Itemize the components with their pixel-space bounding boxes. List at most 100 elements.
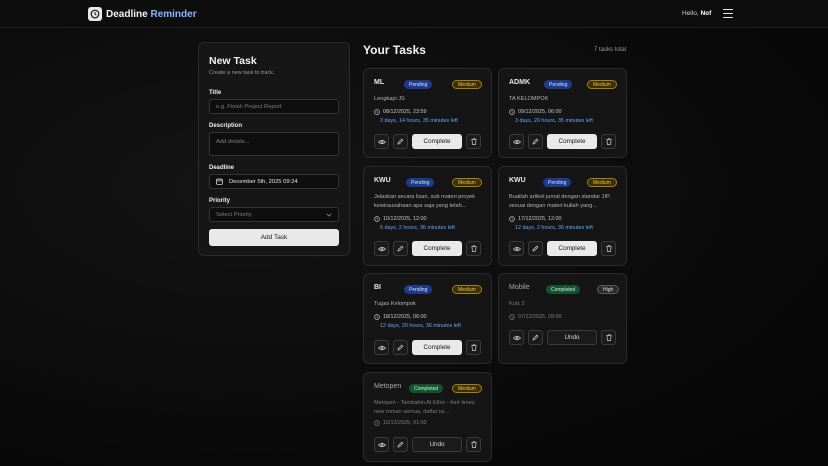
clock-icon [509, 109, 515, 115]
title-input[interactable]: e.g. Finish Project Report [209, 99, 339, 114]
task-date: 09/12/2025, 06:00 [518, 109, 562, 115]
eye-icon [512, 139, 521, 145]
description-textarea[interactable]: Add details... [209, 132, 339, 156]
pencil-icon [532, 334, 539, 341]
description-placeholder: Add details... [216, 139, 250, 145]
priority-select[interactable]: Select Priority [209, 207, 339, 222]
edit-button[interactable] [528, 134, 543, 149]
clock-logo-icon [88, 7, 102, 21]
view-button[interactable] [374, 340, 389, 355]
status-badge: Completed [546, 285, 581, 294]
view-button[interactable] [509, 330, 524, 345]
task-name: ML [374, 79, 385, 86]
time-left: 12 days, 2 hours, 36 minutes left [515, 225, 593, 231]
deadline-label: Deadline [209, 165, 235, 171]
trash-icon [605, 245, 612, 252]
task-card: Mobile Completed High Kuis 2 07/12/2025,… [498, 273, 627, 364]
calendar-icon [216, 178, 223, 185]
edit-button[interactable] [393, 340, 408, 355]
trash-icon [605, 138, 612, 145]
priority-value: Select Priority [216, 211, 252, 218]
edit-button[interactable] [393, 437, 408, 452]
trash-icon [470, 138, 477, 145]
clock-icon [374, 216, 380, 222]
eye-icon [377, 442, 386, 448]
task-actions: Complete [509, 134, 616, 149]
task-description: Lengkapi JS [374, 96, 405, 102]
complete-button[interactable]: Complete [412, 134, 462, 149]
task-description: Tugas Kelompok [374, 301, 416, 307]
task-name: ADMK [509, 79, 530, 86]
task-name: KWU [374, 177, 391, 184]
task-card: KWU Pending Medium Jelaskan secara lisan… [363, 166, 492, 266]
task-actions: Complete [374, 340, 481, 355]
pencil-icon [397, 245, 404, 252]
time-left: 3 days, 20 hours, 35 minutes left [515, 118, 593, 124]
time-left: 12 days, 20 hours, 36 minutes left [380, 323, 461, 329]
brand[interactable]: Deadline Reminder [88, 7, 197, 21]
clock-icon [509, 314, 515, 320]
view-button[interactable] [374, 241, 389, 256]
priority-badge: Medium [587, 178, 617, 187]
priority-badge: Medium [452, 178, 482, 187]
task-deadline: 18/12/2025, 06:00 [374, 314, 426, 320]
eye-icon [377, 139, 386, 145]
undo-button[interactable]: Undo [412, 437, 462, 452]
status-badge: Completed [409, 384, 444, 393]
navbar: Deadline Reminder Hello, Nof [0, 0, 828, 28]
view-button[interactable] [374, 134, 389, 149]
title-placeholder: e.g. Finish Project Report [216, 103, 282, 110]
status-badge: Pending [404, 285, 433, 294]
complete-button[interactable]: Complete [547, 241, 597, 256]
task-name: BI [374, 284, 381, 291]
delete-button[interactable] [466, 437, 481, 452]
priority-label: Priority [209, 198, 231, 204]
task-card: KWU Pending Medium Buatlah artikel jurna… [498, 166, 627, 266]
trash-icon [470, 344, 477, 351]
edit-button[interactable] [393, 241, 408, 256]
view-button[interactable] [374, 437, 389, 452]
app-title-accent: Reminder [150, 8, 197, 20]
delete-button[interactable] [466, 241, 481, 256]
deadline-picker[interactable]: December 5th, 2025 09:24 [209, 174, 339, 189]
task-name: Metopen [374, 383, 402, 390]
clock-icon [374, 314, 380, 320]
edit-button[interactable] [528, 241, 543, 256]
priority-badge: Medium [452, 285, 482, 294]
tasks-count: 7 tasks total [594, 47, 627, 53]
delete-button[interactable] [466, 134, 481, 149]
task-actions: Undo [374, 437, 481, 452]
task-date: 10/12/2025, 12:00 [383, 216, 427, 222]
view-button[interactable] [509, 241, 524, 256]
task-description: TA KELOMPOK [509, 96, 549, 102]
undo-button[interactable]: Undo [547, 330, 597, 345]
clock-icon [509, 216, 515, 222]
add-task-button[interactable]: Add Task [209, 229, 339, 246]
edit-button[interactable] [393, 134, 408, 149]
priority-badge: Medium [587, 80, 617, 89]
chevron-down-icon [326, 213, 332, 217]
delete-button[interactable] [601, 134, 616, 149]
complete-button[interactable]: Complete [547, 134, 597, 149]
pencil-icon [397, 138, 404, 145]
task-deadline: 08/12/2025, 23:59 [374, 109, 426, 115]
time-left: 3 days, 14 hours, 35 minutes left [380, 118, 458, 124]
complete-button[interactable]: Complete [412, 340, 462, 355]
pencil-icon [532, 245, 539, 252]
delete-button[interactable] [601, 330, 616, 345]
task-name: KWU [509, 177, 526, 184]
delete-button[interactable] [466, 340, 481, 355]
task-card: ML Pending Medium Lengkapi JS 08/12/2025… [363, 68, 492, 158]
delete-button[interactable] [601, 241, 616, 256]
view-button[interactable] [509, 134, 524, 149]
task-date: 10/12/2025, 01:00 [383, 420, 427, 426]
user-name: Nof [700, 10, 712, 17]
trash-icon [470, 441, 477, 448]
edit-button[interactable] [528, 330, 543, 345]
complete-button[interactable]: Complete [412, 241, 462, 256]
task-card: ADMK Pending Medium TA KELOMPOK 09/12/20… [498, 68, 627, 158]
task-description: Kuis 2 [509, 301, 525, 307]
hamburger-menu-icon[interactable] [723, 9, 733, 18]
time-left: 5 days, 2 hours, 36 minutes left [380, 225, 455, 231]
task-card: BI Pending Medium Tugas Kelompok 18/12/2… [363, 273, 492, 364]
